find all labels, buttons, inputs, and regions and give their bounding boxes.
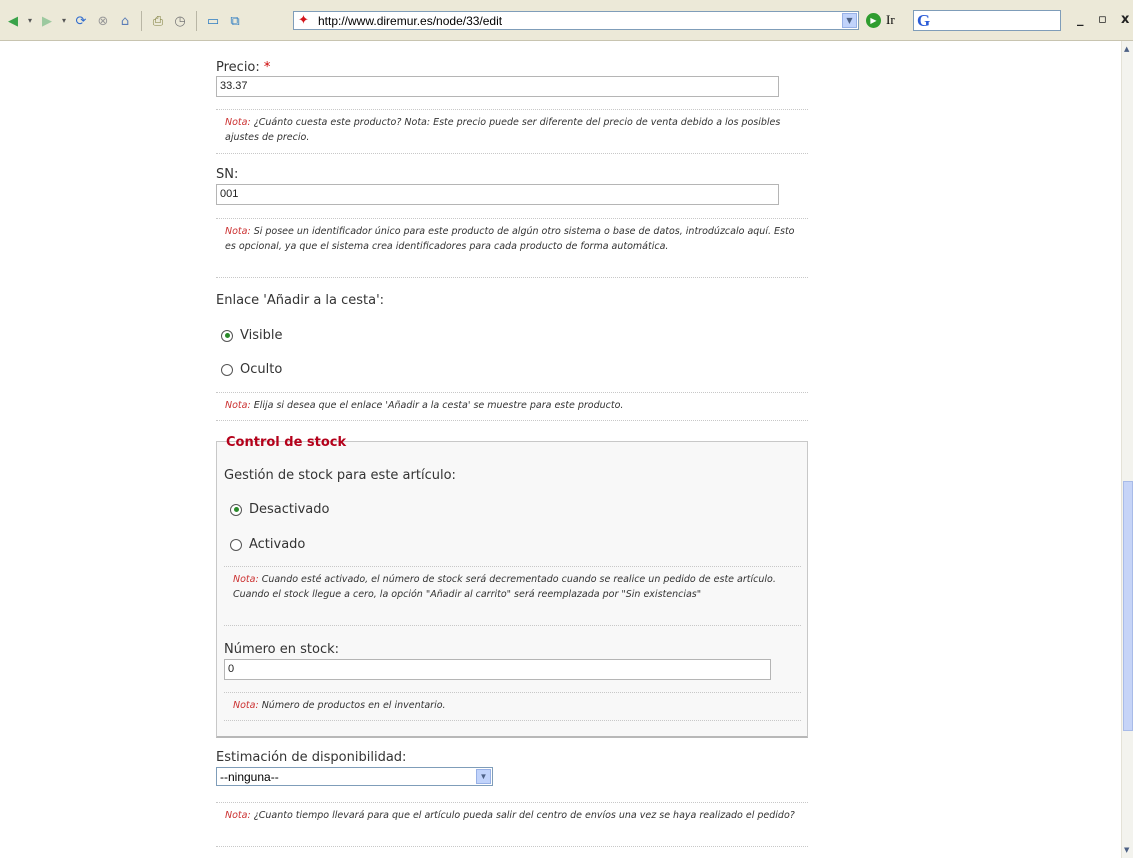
navigation-buttons: ◀ ▾ ▶ ▾ ⟳ ⊗ ⌂ ⎙ ◷ ▭ ⧉: [4, 11, 244, 31]
page-content: Precio: * 33.37 Nota: ¿Cuánto cuesta est…: [0, 41, 1120, 858]
radio-button[interactable]: [221, 363, 233, 376]
availability-note: Nota: ¿Cuanto tiempo llevará para que el…: [216, 802, 808, 847]
site-favicon-icon: ✦: [298, 13, 309, 28]
news-icon[interactable]: ⧉: [226, 12, 244, 30]
stock-control-legend[interactable]: Control de stock: [226, 435, 346, 450]
sn-label: SN:: [216, 167, 239, 182]
forward-icon[interactable]: ▶: [38, 12, 56, 30]
scrollbar-thumb[interactable]: [1123, 481, 1133, 731]
vertical-scrollbar[interactable]: ▲ ▼: [1121, 41, 1133, 858]
google-toolbar-search[interactable]: G: [913, 10, 1061, 31]
scroll-up-icon[interactable]: ▲: [1124, 45, 1129, 53]
stock-count-label: Número en stock:: [224, 642, 340, 657]
stock-management-note: Nota: Cuando esté activado, el número de…: [224, 566, 801, 626]
close-icon[interactable]: x: [1121, 12, 1129, 27]
home-icon[interactable]: ⌂: [116, 12, 134, 30]
required-mark: *: [263, 60, 271, 75]
stop-icon[interactable]: ⊗: [94, 12, 112, 30]
stock-option-desactivado[interactable]: Desactivado: [230, 502, 329, 517]
cart-link-label: Enlace 'Añadir a la cesta':: [216, 293, 385, 308]
refresh-icon[interactable]: ⟳: [72, 12, 90, 30]
back-dropdown-icon[interactable]: ▾: [26, 12, 34, 30]
back-icon[interactable]: ◀: [4, 12, 22, 30]
chevron-down-icon[interactable]: ▼: [476, 769, 491, 784]
availability-selected-value[interactable]: --ninguna--: [220, 770, 279, 784]
forward-dropdown-icon[interactable]: ▾: [60, 12, 68, 30]
address-bar[interactable]: ✦ http://www.diremur.es/node/33/edit ▼: [293, 11, 859, 30]
price-label: Precio: *: [216, 60, 271, 75]
radio-button[interactable]: [230, 503, 242, 516]
go-arrow-icon[interactable]: ▶: [866, 12, 881, 28]
toolbar-separator: [141, 11, 142, 31]
stock-count-input[interactable]: 0: [224, 659, 771, 680]
go-button[interactable]: ▶ Ir: [866, 12, 895, 28]
address-dropdown-icon[interactable]: ▼: [842, 13, 857, 28]
toolbar-separator: [196, 11, 197, 31]
availability-select[interactable]: --ninguna-- ▼: [216, 767, 493, 786]
history-icon[interactable]: ◷: [171, 12, 189, 30]
minimize-icon[interactable]: _: [1077, 12, 1084, 27]
restore-icon[interactable]: ▫: [1098, 12, 1107, 27]
stock-option-activado[interactable]: Activado: [230, 537, 305, 552]
cart-link-note: Nota: Elija si desea que el enlace 'Añad…: [216, 392, 808, 421]
browser-toolbar: ◀ ▾ ▶ ▾ ⟳ ⊗ ⌂ ⎙ ◷ ▭ ⧉ ✦ http://www.direm…: [0, 0, 1133, 41]
sn-input[interactable]: 001: [216, 184, 779, 205]
print-icon[interactable]: ⎙: [149, 12, 167, 30]
cart-link-option-oculto[interactable]: Oculto: [221, 362, 282, 377]
stock-management-label: Gestión de stock para este artículo:: [224, 468, 456, 483]
mail-icon[interactable]: ▭: [204, 12, 222, 30]
cart-link-option-visible[interactable]: Visible: [221, 328, 282, 343]
address-url[interactable]: http://www.diremur.es/node/33/edit: [318, 14, 502, 28]
scroll-down-icon[interactable]: ▼: [1124, 846, 1129, 854]
price-input[interactable]: 33.37: [216, 76, 779, 97]
google-logo: G: [917, 11, 931, 30]
availability-label: Estimación de disponibilidad:: [216, 750, 407, 765]
price-note: Nota: ¿Cuánto cuesta este producto? Nota…: [216, 109, 808, 154]
go-label[interactable]: Ir: [886, 12, 895, 28]
radio-button[interactable]: [221, 329, 233, 342]
sn-note: Nota: Si posee un identificador único pa…: [216, 218, 808, 278]
stock-count-note: Nota: Número de productos en el inventar…: [224, 692, 801, 721]
radio-button[interactable]: [230, 538, 242, 551]
